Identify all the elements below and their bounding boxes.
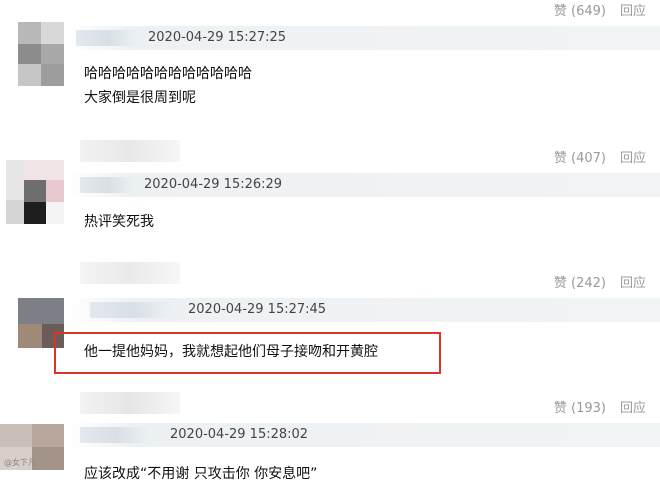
username-blurred[interactable] (80, 427, 152, 443)
username-blurred[interactable] (76, 30, 140, 46)
comment-line: 大家倒是很周到呢 (84, 90, 196, 106)
like-button[interactable]: 赞 (407) (554, 147, 606, 166)
comment-actions: 赞 (193) 回应 (554, 397, 646, 416)
like-button[interactable]: 赞 (649) (554, 0, 606, 19)
comment-line: 应该改成“不用谢 只攻击你 你安息吧” (84, 466, 318, 482)
comment-line: 哈哈哈哈哈哈哈哈哈哈哈哈 (84, 66, 252, 82)
comment-timestamp: 2020-04-29 15:27:25 (148, 30, 287, 45)
comment-body: 应该改成“不用谢 只攻击你 你安息吧” (84, 462, 317, 486)
reply-button[interactable]: 回应 (620, 397, 646, 416)
comment-body: 热评笑死我 (84, 210, 154, 234)
username-blurred[interactable] (80, 177, 136, 193)
username-blurred[interactable] (80, 140, 180, 162)
user-avatar[interactable] (6, 160, 64, 224)
comment-timestamp: 2020-04-29 15:27:45 (188, 302, 327, 317)
comment-meta-bar (70, 423, 660, 447)
comment-line: 热评笑死我 (84, 214, 154, 230)
reply-button[interactable]: 回应 (620, 272, 646, 291)
user-avatar[interactable] (18, 22, 64, 86)
comment-actions: 赞 (649) 回应 (554, 0, 646, 19)
comment-actions: 赞 (407) 回应 (554, 147, 646, 166)
comment-body: 哈哈哈哈哈哈哈哈哈哈哈哈 大家倒是很周到呢 (84, 62, 252, 110)
comment-timestamp: 2020-04-29 15:28:02 (170, 427, 309, 442)
username-blurred[interactable] (80, 262, 180, 284)
highlight-box (54, 332, 441, 374)
username-blurred[interactable] (80, 392, 180, 414)
avatar-watermark: @女下凡 (4, 458, 36, 467)
like-button[interactable]: 赞 (242) (554, 272, 606, 291)
reply-button[interactable]: 回应 (620, 0, 646, 19)
like-button[interactable]: 赞 (193) (554, 397, 606, 416)
reply-button[interactable]: 回应 (620, 147, 646, 166)
comment-actions: 赞 (242) 回应 (554, 272, 646, 291)
user-avatar[interactable]: @女下凡 (0, 424, 64, 470)
comment-timestamp: 2020-04-29 15:26:29 (144, 177, 283, 192)
username-blurred[interactable] (90, 302, 174, 318)
